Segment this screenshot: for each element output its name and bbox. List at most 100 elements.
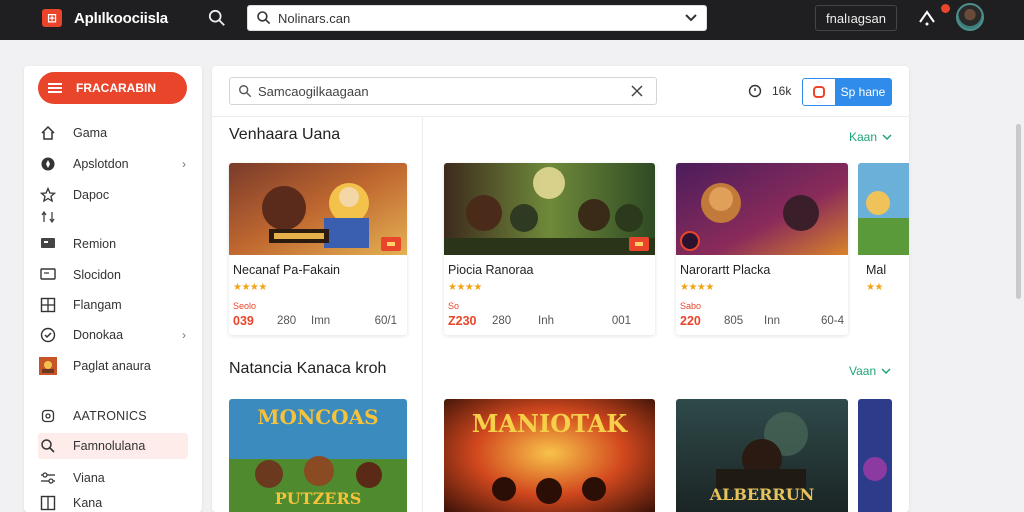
global-search-input[interactable] [278, 9, 658, 27]
swap-icon [38, 207, 58, 227]
content-search-input[interactable] [258, 82, 618, 100]
chevron-down-icon[interactable] [684, 10, 698, 24]
sidebar-item-apslotdon[interactable]: Apslotdon › [38, 151, 188, 177]
card-meta: Inh [538, 315, 554, 327]
banner-subtitle: ALBERRUN [709, 485, 815, 504]
view-all-label: Kaan [849, 130, 878, 144]
sidebar-item-remion[interactable]: Remion [38, 231, 188, 257]
sidebar-item-label: Gama [73, 126, 108, 140]
compass-icon [38, 154, 58, 174]
game-banner[interactable] [858, 399, 892, 512]
card-meta: 001 [611, 315, 631, 327]
banner-title: MONCOAS [257, 405, 379, 429]
content-search-field[interactable] [229, 77, 657, 105]
search-icon[interactable] [208, 9, 226, 27]
sidebar-item-kana[interactable]: Kana [38, 495, 188, 511]
sidebar-item-gama[interactable]: Gama [38, 120, 188, 146]
sidebar-item-label: Kana [73, 496, 103, 510]
search-icon [38, 436, 58, 456]
game-card[interactable]: Mal ★★ [858, 163, 909, 335]
search-icon [257, 11, 271, 25]
card-meta: 805 [724, 315, 744, 327]
game-card[interactable]: Necanaf Pa-Fakain ★★★★ Seolo 039 280 Imn… [229, 163, 407, 335]
card-tag: Sabo [680, 301, 702, 311]
user-menu-button[interactable]: fnalıagsan [815, 5, 897, 31]
sidebar-item-label: Dapoc [73, 188, 110, 202]
sidebar-item-flangam[interactable]: Flangam [38, 292, 188, 318]
card-meta: 60/1 [374, 315, 397, 327]
sidebar-item-slocidon[interactable]: Slocidon [38, 262, 188, 288]
global-search-field[interactable] [247, 5, 707, 31]
sidebar-item-label: Apslotdon [73, 157, 129, 171]
action-button[interactable]: Sp hane [802, 78, 892, 106]
sidebar-item-label: Viana [73, 471, 105, 485]
banner-subtitle: PUTZERS [274, 489, 362, 508]
sidebar-item-famnolulana[interactable]: Famnolulana [38, 433, 188, 459]
sidebar-item-label: Donokaa [73, 328, 124, 342]
settings-icon [38, 406, 58, 426]
sidebar-item-donokaa[interactable]: Donokaa › [38, 322, 188, 348]
monitor-icon [38, 234, 58, 254]
top-bar: ⊞ Aplılkoociisla fnalıagsan [0, 0, 1024, 40]
card-rating: ★★ [866, 282, 883, 293]
card-price: 039 [233, 314, 254, 328]
card-title: Narorartt Placka [680, 263, 771, 277]
game-thumbnail [858, 163, 909, 255]
card-badge [629, 237, 649, 251]
card-title: Piocia Ranoraa [448, 263, 534, 277]
game-card[interactable]: Narorartt Placka ★★★★ Sabo 220 805 Inn 6… [676, 163, 848, 335]
search-icon [239, 85, 252, 98]
game-thumbnail [444, 163, 655, 255]
card-meta: 280 [492, 315, 512, 327]
view-all-link[interactable]: Kaan [849, 130, 892, 144]
game-card[interactable]: Piocia Ranoraa ★★★★ So Z230 280 Inh 001 [444, 163, 655, 335]
sidebar-item-dapoc[interactable]: Dapoc [38, 182, 188, 208]
main-panel: 16k Sp hane Venhaara Uana Kaan Necanaf P… [212, 66, 909, 512]
record-icon [803, 79, 835, 105]
sidebar-item-paglat[interactable]: Paglat anaura [38, 353, 188, 379]
sidebar-item-label: Paglat anaura [73, 359, 151, 373]
card-price: Z230 [448, 314, 477, 328]
screen-icon [38, 265, 58, 285]
card-title: Necanaf Pa-Fakain [233, 263, 341, 277]
notification-icon[interactable] [917, 8, 937, 28]
section-title: Venhaara Uana [229, 126, 341, 143]
sidebar-item-label: Slocidon [73, 268, 121, 282]
card-tag: So [448, 301, 460, 311]
card-rating: ★★★★ [680, 282, 714, 293]
sidebar-item-swap[interactable] [38, 207, 188, 227]
notification-badge [941, 4, 950, 13]
logo-glyph: ⊞ [46, 11, 58, 25]
divider [422, 116, 423, 512]
divider [212, 116, 909, 117]
game-banner[interactable]: MANIOTAK [444, 399, 655, 512]
game-banner[interactable]: ALBERRUN [676, 399, 848, 512]
section-title: Natancia Kanaca kroh [229, 360, 387, 377]
card-rating: ★★★★ [233, 282, 267, 293]
sidebar-item-label: Famnolulana [73, 439, 146, 453]
sidebar-item-viana[interactable]: Viana [38, 465, 188, 491]
home-icon [38, 123, 58, 143]
clock-icon[interactable] [748, 84, 762, 98]
chevron-down-icon [881, 368, 891, 375]
sidebar-primary-button[interactable]: FRACARABIN [38, 72, 187, 104]
card-meta: Imn [311, 315, 331, 327]
app-logo[interactable]: ⊞ [42, 9, 62, 27]
close-icon[interactable] [630, 84, 644, 98]
card-tag: Seolo [233, 301, 257, 311]
card-price: 220 [680, 314, 701, 328]
sidebar-section-label: AATRONICS [73, 409, 147, 423]
card-rating: ★★★★ [448, 282, 482, 293]
menu-icon [48, 83, 62, 93]
card-meta: 60-4 [820, 315, 844, 327]
view-all-label: Vaan [849, 364, 877, 378]
chevron-right-icon: › [182, 328, 186, 342]
avatar[interactable] [956, 3, 984, 31]
game-banner[interactable]: MONCOAS PUTZERS [229, 399, 407, 512]
scrollbar[interactable] [1016, 124, 1021, 299]
star-icon [38, 185, 58, 205]
view-all-link[interactable]: Vaan [849, 364, 891, 378]
card-badge [381, 237, 401, 251]
game-thumb-icon [38, 356, 58, 376]
banner-art [858, 399, 892, 512]
